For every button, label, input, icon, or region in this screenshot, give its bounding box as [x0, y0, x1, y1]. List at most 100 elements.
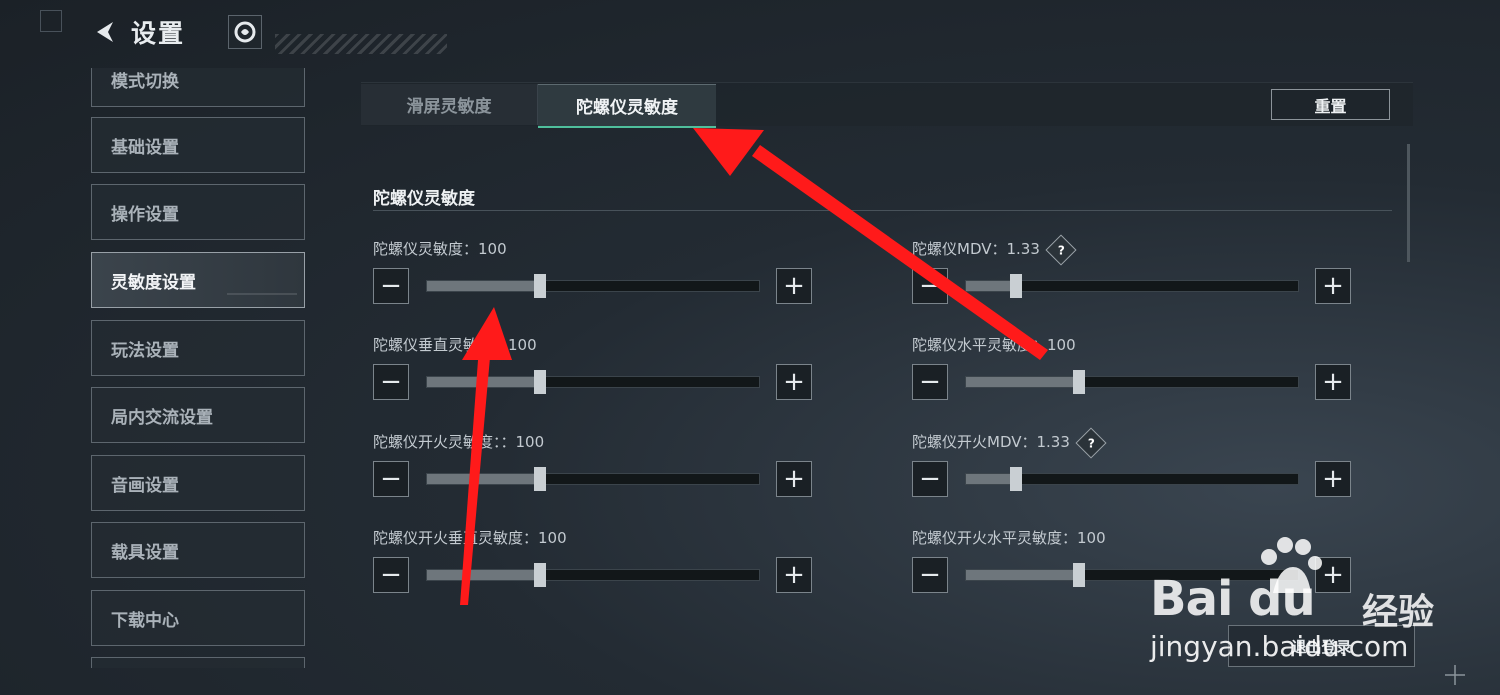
- setting-gyro-fire: 陀螺仪开火灵敏度：：100 − +: [373, 431, 853, 527]
- setting-gyro-horizontal: 陀螺仪水平灵敏度：100 − +: [912, 334, 1392, 430]
- tab-gyro-sensitivity[interactable]: 陀螺仪灵敏度: [538, 84, 716, 128]
- sidebar-item-label: 基础设置: [111, 137, 179, 158]
- slider-track[interactable]: [426, 563, 760, 587]
- slider-track[interactable]: [426, 370, 760, 394]
- setting-label: 陀螺仪垂直灵敏度：100: [373, 334, 537, 355]
- decrease-button[interactable]: −: [912, 557, 948, 593]
- decrease-button[interactable]: −: [912, 268, 948, 304]
- setting-gyro-vertical: 陀螺仪垂直灵敏度：100 − +: [373, 334, 853, 430]
- setting-label: 陀螺仪开火MDV：1.33?: [912, 426, 1107, 459]
- slider-fill: [966, 570, 1079, 580]
- setting-gyro-fire-mdv: 陀螺仪开火MDV：1.33? − +: [912, 426, 1392, 527]
- setting-gyro-fire-vertical: 陀螺仪开火垂直灵敏度：100 − +: [373, 527, 853, 596]
- header: 设置: [85, 12, 447, 54]
- setting-gyro-mdv: 陀螺仪MDV：1.33? − +: [912, 233, 1392, 334]
- baidu-logo-text: Bai du: [1150, 571, 1316, 627]
- slider-fill: [966, 281, 1016, 291]
- increase-button[interactable]: +: [776, 557, 812, 593]
- reset-button[interactable]: 重置: [1271, 89, 1390, 120]
- slider-thumb[interactable]: [1009, 274, 1022, 298]
- slider-fill: [966, 377, 1079, 387]
- help-icon[interactable]: ?: [1045, 233, 1077, 266]
- setting-label: 陀螺仪水平灵敏度：100: [912, 334, 1076, 355]
- section-title: 陀螺仪灵敏度: [373, 189, 475, 209]
- setting-label-text: 陀螺仪灵敏度：100: [373, 240, 507, 258]
- slider-thumb[interactable]: [533, 370, 546, 394]
- sidebar-item-label: 操作设置: [111, 204, 179, 225]
- sidebar-item-download[interactable]: 下载中心: [91, 590, 305, 646]
- header-hatch-decoration: [275, 34, 447, 54]
- back-button[interactable]: [85, 12, 125, 52]
- settings-panel: 陀螺仪灵敏度 陀螺仪灵敏度：100 − + 陀螺仪MDV：1.33? − + 陀…: [361, 126, 1413, 596]
- baidu-watermark: Bai du 经验 jingyan.baidu.com: [1150, 535, 1480, 665]
- setting-label: 陀螺仪开火垂直灵敏度：100: [373, 527, 567, 548]
- decrease-button[interactable]: −: [912, 364, 948, 400]
- slider-track[interactable]: [426, 467, 760, 491]
- slider-thumb[interactable]: [1009, 467, 1022, 491]
- slider-track[interactable]: [426, 274, 760, 298]
- scrollbar[interactable]: [1407, 144, 1410, 262]
- help-glyph: ?: [1057, 242, 1065, 257]
- setting-label-text: 陀螺仪开火MDV：1.33: [912, 433, 1070, 451]
- sidebar-item-controls[interactable]: 操作设置: [91, 184, 305, 240]
- help-glyph: ?: [1087, 435, 1095, 450]
- setting-label-text: 陀螺仪水平灵敏度：100: [912, 336, 1076, 354]
- page-title: 设置: [131, 19, 186, 48]
- decrease-button[interactable]: −: [373, 461, 409, 497]
- slider-fill: [966, 474, 1016, 484]
- back-arrow-icon: [97, 22, 113, 42]
- increase-button[interactable]: +: [1315, 364, 1351, 400]
- setting-label-text: 陀螺仪MDV：1.33: [912, 240, 1040, 258]
- setting-label: 陀螺仪MDV：1.33?: [912, 233, 1077, 266]
- slider-thumb[interactable]: [1072, 563, 1085, 587]
- setting-label: 陀螺仪灵敏度：100: [373, 238, 507, 259]
- increase-button[interactable]: +: [776, 268, 812, 304]
- increase-button[interactable]: +: [1315, 461, 1351, 497]
- setting-label-text: 陀螺仪垂直灵敏度：100: [373, 336, 537, 354]
- sidebar-item-communication[interactable]: 局内交流设置: [91, 387, 305, 443]
- sidebar-item-sensitivity[interactable]: 灵敏度设置: [91, 252, 305, 308]
- corner-frame: [40, 10, 62, 32]
- decrease-button[interactable]: −: [912, 461, 948, 497]
- slider-fill: [427, 570, 540, 580]
- slider-track[interactable]: [965, 467, 1299, 491]
- badge-button[interactable]: [228, 15, 262, 49]
- sidebar-item-label: 模式切换: [111, 71, 179, 92]
- section-divider: [373, 210, 1392, 211]
- slider-thumb[interactable]: [1072, 370, 1085, 394]
- slider-thumb[interactable]: [533, 467, 546, 491]
- increase-button[interactable]: +: [1315, 268, 1351, 304]
- setting-label-text: 陀螺仪开火灵敏度：：100: [373, 433, 545, 451]
- setting-label: 陀螺仪开火灵敏度：：100: [373, 431, 544, 452]
- tab-bar: 滑屏灵敏度 陀螺仪灵敏度 重置: [361, 82, 1413, 128]
- setting-label-text: 陀螺仪开火水平灵敏度：100: [912, 529, 1106, 547]
- sidebar-item-vehicle[interactable]: 载具设置: [91, 522, 305, 578]
- baidu-brand-text: 经验: [1362, 592, 1435, 633]
- decrease-button[interactable]: −: [373, 268, 409, 304]
- sidebar-item-basic[interactable]: 基础设置: [91, 117, 305, 173]
- sidebar-item-label: 局内交流设置: [111, 407, 213, 428]
- crosshair-icon: [1445, 665, 1465, 685]
- sidebar-item-label: 灵敏度设置: [111, 272, 196, 293]
- slider-thumb[interactable]: [533, 274, 546, 298]
- sidebar-item-label: 玩法设置: [111, 340, 179, 361]
- sidebar-item-mode-switch[interactable]: 模式切换: [91, 68, 305, 107]
- slider-fill: [427, 377, 540, 387]
- help-icon[interactable]: ?: [1075, 426, 1107, 459]
- leaf-badge-icon: [234, 21, 256, 43]
- sidebar-item-gameplay[interactable]: 玩法设置: [91, 320, 305, 376]
- increase-button[interactable]: +: [776, 461, 812, 497]
- slider-thumb[interactable]: [533, 563, 546, 587]
- sidebar-item-label: 音画设置: [111, 475, 179, 496]
- sidebar-item-next[interactable]: [91, 657, 305, 668]
- sidebar-item-audio-video[interactable]: 音画设置: [91, 455, 305, 511]
- tab-swipe-sensitivity[interactable]: 滑屏灵敏度: [361, 84, 538, 125]
- slider-track[interactable]: [965, 274, 1299, 298]
- slider-track[interactable]: [965, 370, 1299, 394]
- increase-button[interactable]: +: [776, 364, 812, 400]
- sidebar-item-label: 载具设置: [111, 542, 179, 563]
- decrease-button[interactable]: −: [373, 364, 409, 400]
- decrease-button[interactable]: −: [373, 557, 409, 593]
- sidebar-item-label: 下载中心: [111, 610, 179, 631]
- slider-fill: [427, 474, 540, 484]
